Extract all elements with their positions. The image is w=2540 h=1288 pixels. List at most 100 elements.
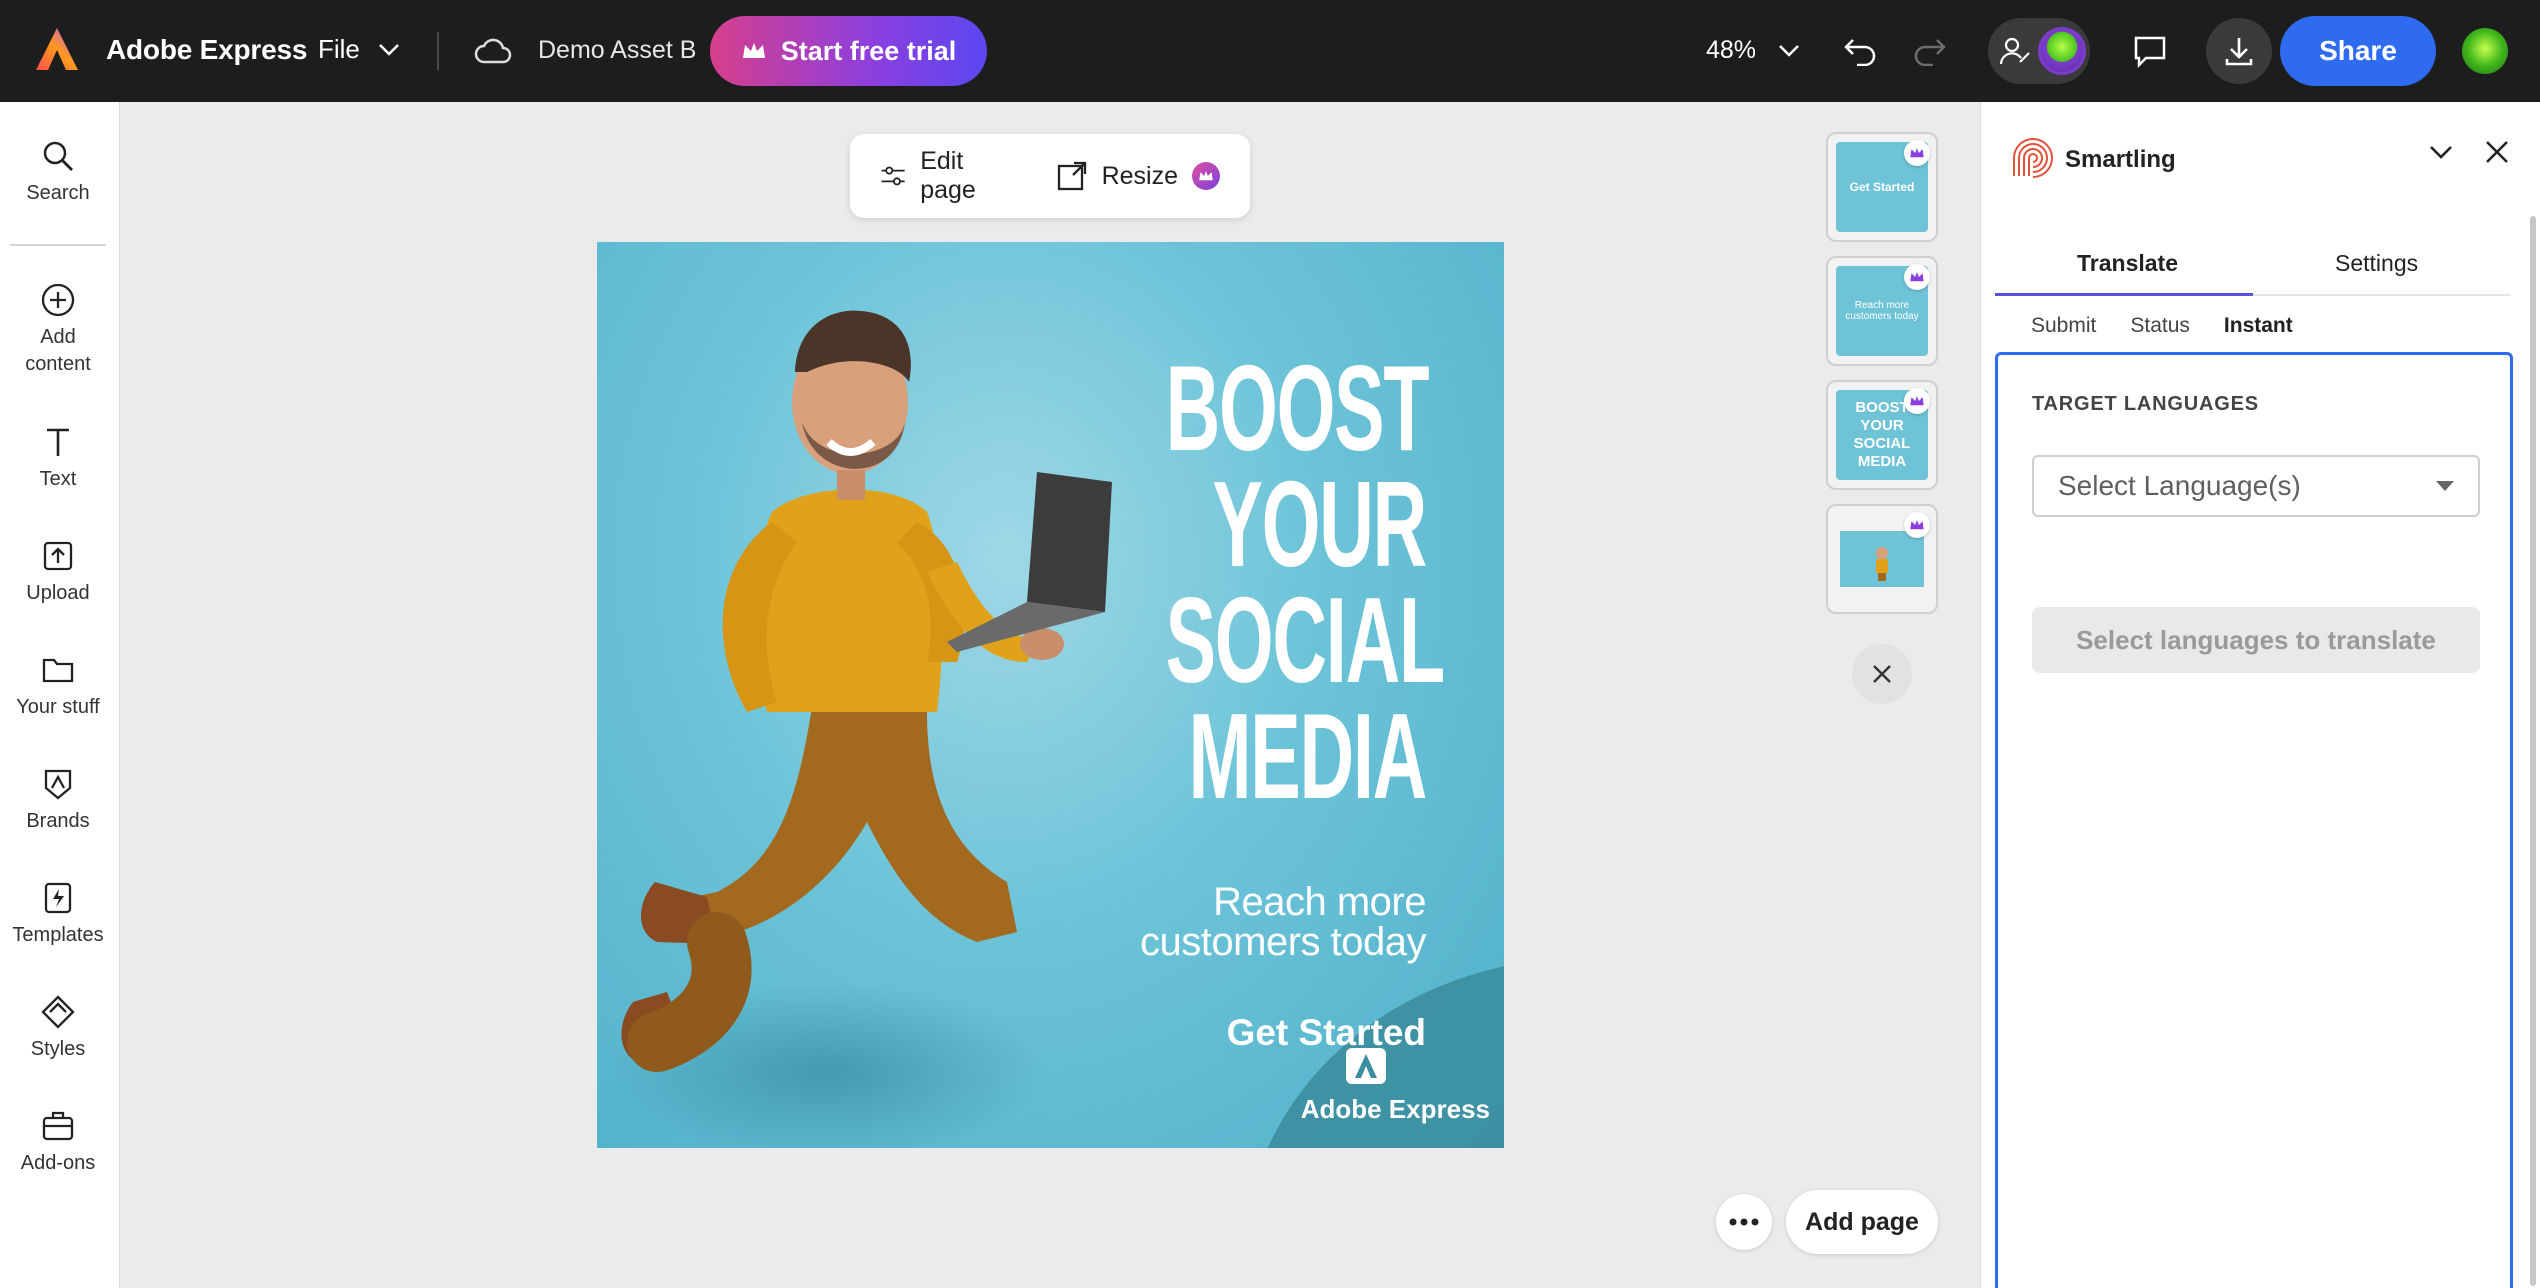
undo-icon [1844,39,1876,66]
subtab-submit[interactable]: Submit [2031,314,2096,338]
left-rail: Search Add content Text Upload Your stuf… [0,102,120,1288]
artboard[interactable]: BOOST YOUR SOCIAL MEDIA Reach more custo… [597,242,1504,1148]
premium-crown-icon [1904,264,1930,290]
folder-icon [42,658,74,683]
styles-icon [41,995,75,1029]
crown-icon [742,43,765,58]
rail-upload[interactable]: Upload [0,538,116,607]
rail-templates[interactable]: Templates [0,880,116,949]
panel-header: Smartling [1981,102,2540,214]
premium-crown-icon [1904,140,1930,166]
rail-label-upload: Upload [26,582,90,604]
add-page-button[interactable]: Add page [1786,1190,1938,1254]
zoom-control[interactable]: 48% [1706,36,1800,65]
app-title: Adobe Express [106,34,308,65]
tab-settings[interactable]: Settings [2335,250,2418,277]
close-thumbnails-button[interactable] [1852,644,1912,704]
active-tab-indicator [1995,293,2253,296]
rail-label-styles: Styles [30,1038,86,1060]
file-menu[interactable]: File [318,34,400,65]
page-thumbnail[interactable]: Get Started [1826,132,1938,242]
rail-your-stuff[interactable]: Your stuff [0,652,116,721]
collapse-panel-button[interactable] [2427,138,2455,171]
more-options-button[interactable] [1716,1194,1772,1250]
edit-page-label: Edit page [920,147,976,204]
panel-scrollbar[interactable] [2530,216,2536,1286]
canvas-toolbar: Edit page Resize [850,134,1250,218]
rail-label-add-ons: Add-ons [20,1152,96,1174]
rail-divider [10,244,106,246]
comments-button[interactable] [2128,29,2172,73]
rail-brands[interactable]: Brands [0,766,116,835]
smartling-logo [2011,138,2053,180]
smartling-panel: Smartling Translate Settings Submit Stat… [1980,102,2540,1288]
sliders-icon [881,166,905,186]
adobe-express-mark-icon[interactable] [1346,1048,1386,1084]
document-name[interactable]: Demo Asset B [538,36,696,65]
subtab-instant[interactable]: Instant [2224,314,2293,338]
page-thumbnail[interactable] [1826,504,1938,614]
close-icon [2486,141,2508,163]
tab-translate[interactable]: Translate [2077,250,2178,277]
addons-icon [42,1111,74,1141]
comment-icon [2134,36,2166,68]
rail-label-your-stuff: Your stuff [16,696,100,718]
download-button[interactable] [2206,18,2272,84]
search-icon [43,141,73,171]
premium-crown-icon [1904,388,1930,414]
rail-text[interactable]: Text [0,424,116,493]
premium-crown-icon [1904,512,1930,538]
resize-icon [1057,161,1086,191]
caret-down-icon [2436,481,2454,491]
subheadline[interactable]: Reach more customers today [1140,882,1426,962]
cloud-icon[interactable] [474,34,512,68]
page-thumbnail[interactable]: BOOST YOUR SOCIAL MEDIA [1826,380,1938,490]
trial-label: Start free trial [780,35,957,66]
translate-button[interactable]: Select languages to translate [2032,607,2480,673]
edit-page-button[interactable]: Edit page [880,147,1002,205]
invite-user-icon [1999,37,2030,65]
rail-styles[interactable]: Styles [0,994,116,1063]
redo-icon [1914,39,1946,66]
templates-icon [44,882,72,914]
add-icon [41,283,75,317]
rail-add-ons[interactable]: Add-ons [0,1108,116,1177]
rail-label-search: Search [26,182,90,204]
premium-crown-icon [1192,162,1220,190]
subtab-status[interactable]: Status [2130,314,2190,338]
resize-label: Resize [1101,161,1178,190]
divider [437,32,439,70]
user-avatar[interactable] [2462,28,2508,74]
subheadline-line: Reach more [1213,880,1426,924]
rail-label-text: Text [39,468,77,490]
headline-line: MEDIA [1188,688,1427,824]
page-thumbnail[interactable]: Reach more customers today [1826,256,1938,366]
download-icon [2225,38,2253,66]
share-button[interactable]: Share [2280,16,2436,86]
instant-translate-section: TARGET LANGUAGES Select Language(s) Sele… [1995,352,2513,1288]
adobe-express-logo[interactable] [34,26,80,72]
resize-button[interactable]: Resize [1056,160,1220,192]
top-bar: Adobe Express File Demo Asset B Start fr… [0,0,2540,102]
headline[interactable]: BOOST YOUR SOCIAL MEDIA [1165,347,1446,824]
panel-tabs: Translate Settings [1995,242,2511,296]
rail-label-templates: Templates [12,924,104,946]
rail-add-content[interactable]: Add content [0,282,116,378]
cta-text[interactable]: Get Started [1227,1012,1426,1054]
brand-label[interactable]: Adobe Express [1301,1094,1490,1125]
collaborators-button[interactable] [1988,18,2090,84]
rail-search[interactable]: Search [0,138,116,207]
undo-button[interactable] [1838,29,1882,73]
chevron-down-icon [2430,146,2452,159]
file-menu-label: File [318,34,360,64]
panel-title: Smartling [2065,146,2176,173]
rail-label-brands: Brands [26,810,90,832]
chevron-down-icon [1779,44,1799,57]
redo-button[interactable] [1908,29,1952,73]
language-select-placeholder: Select Language(s) [2058,470,2301,501]
close-panel-button[interactable] [2483,138,2511,171]
headline-line: SOCIAL [1165,572,1446,708]
language-select[interactable]: Select Language(s) [2032,455,2480,517]
brand-icon [44,769,72,800]
start-free-trial-button[interactable]: Start free trial [710,16,987,86]
